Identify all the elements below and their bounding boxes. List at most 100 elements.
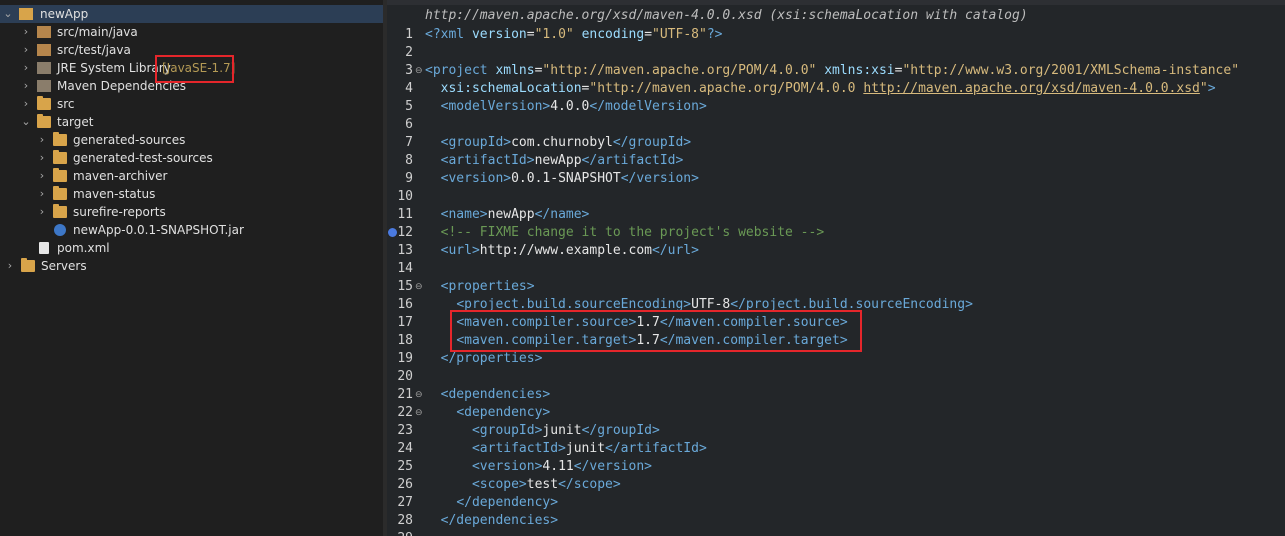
tree-item-maven-status[interactable]: › maven-status xyxy=(0,185,383,203)
tree-item-servers[interactable]: › Servers xyxy=(0,257,383,275)
chevron-right-icon[interactable]: › xyxy=(37,167,47,185)
line-number: 20 xyxy=(397,369,413,384)
code-line[interactable]: <url>http://www.example.com</url> xyxy=(425,242,699,260)
fold-toggle-icon[interactable]: ⊖ xyxy=(415,391,423,400)
fold-toggle-icon[interactable]: ⊖ xyxy=(415,409,423,418)
tree-item-label: generated-test-sources xyxy=(73,151,213,165)
tree-item-generated-sources[interactable]: › generated-sources xyxy=(0,131,383,149)
tree-item-newapp-jar[interactable]: newApp-0.0.1-SNAPSHOT.jar xyxy=(0,221,383,239)
chevron-right-icon[interactable]: › xyxy=(21,59,31,77)
code-line[interactable]: <dependencies> xyxy=(425,386,551,404)
highlight-box-jre-version xyxy=(155,55,234,83)
tree-item-maven-archiver[interactable]: › maven-archiver xyxy=(0,167,383,185)
line-number: 15 xyxy=(397,279,413,294)
folder-icon xyxy=(53,132,67,146)
chevron-right-icon[interactable]: › xyxy=(21,77,31,95)
line-number: 17 xyxy=(397,315,413,330)
code-line[interactable]: </properties> xyxy=(425,350,543,368)
code-line[interactable]: <groupId>com.churnobyl</groupId> xyxy=(425,134,691,152)
code-token: <artifactId> xyxy=(440,153,535,168)
code-line[interactable]: <version>4.11</version> xyxy=(425,458,652,476)
code-line[interactable]: xsi:schemaLocation="http://maven.apache.… xyxy=(425,80,1216,98)
source-folder-icon xyxy=(37,26,51,38)
chevron-right-icon[interactable]: › xyxy=(37,131,47,149)
code-line[interactable]: <project xmlns="http://maven.apache.org/… xyxy=(425,62,1239,80)
code-line[interactable]: <version>0.0.1-SNAPSHOT</version> xyxy=(425,170,699,188)
code-line[interactable]: <artifactId>newApp</artifactId> xyxy=(425,152,684,170)
folder-icon xyxy=(37,96,51,110)
fold-toggle-icon[interactable]: ⊖ xyxy=(415,67,423,76)
pom-xml-editor[interactable]: http://maven.apache.org/xsd/maven-4.0.0.… xyxy=(387,0,1285,536)
task-marker-icon[interactable] xyxy=(388,228,397,237)
code-line[interactable]: <?xml version="1.0" encoding="UTF-8"?> xyxy=(425,26,722,44)
chevron-right-icon[interactable]: › xyxy=(21,23,31,41)
code-token: encoding xyxy=(581,27,645,42)
code-token: newApp xyxy=(534,153,582,168)
code-token: <?xml xyxy=(425,27,472,42)
code-token: 4.11 xyxy=(542,459,574,474)
code-token: <dependency> xyxy=(456,405,551,420)
line-number: 3 xyxy=(405,63,413,78)
chevron-right-icon[interactable]: › xyxy=(5,257,15,275)
code-line[interactable]: </dependencies> xyxy=(425,512,558,530)
chevron-down-icon[interactable]: ⌄ xyxy=(3,5,13,23)
code-line[interactable]: <!-- FIXME change it to the project's we… xyxy=(425,224,825,242)
code-token: "UTF-8" xyxy=(652,27,707,42)
code-token: <groupId> xyxy=(471,423,543,438)
tree-item-pom-xml[interactable]: pom.xml xyxy=(0,239,383,257)
code-line[interactable]: </dependency> xyxy=(425,494,558,512)
line-number: 16 xyxy=(397,297,413,312)
tree-item-label: pom.xml xyxy=(57,241,110,255)
tree-item-label: newApp xyxy=(40,7,89,21)
tree-item-label: JRE System Library xyxy=(57,61,171,75)
line-number: 7 xyxy=(405,135,413,150)
tree-item-src-main-java[interactable]: › src/main/java xyxy=(0,23,383,41)
code-token: <url> xyxy=(440,243,480,258)
code-line[interactable]: <groupId>junit</groupId> xyxy=(425,422,660,440)
highlight-box-compiler-version xyxy=(450,310,862,352)
line-number: 14 xyxy=(397,261,413,276)
code-token: </groupId> xyxy=(581,423,660,438)
code-line[interactable]: <artifactId>junit</artifactId> xyxy=(425,440,707,458)
tree-item-generated-test-sources[interactable]: › generated-test-sources xyxy=(0,149,383,167)
line-number: 28 xyxy=(397,513,413,528)
code-line[interactable]: <properties> xyxy=(425,278,535,296)
code-token: </url> xyxy=(651,243,699,258)
tree-item-project-newapp[interactable]: ⌄ newApp xyxy=(0,5,383,23)
code-line[interactable]: <name>newApp</name> xyxy=(425,206,590,224)
code-line[interactable]: <modelVersion>4.0.0</modelVersion> xyxy=(425,98,707,116)
code-token: junit xyxy=(565,441,606,456)
tree-item-label: Servers xyxy=(41,259,87,273)
code-token: <!-- FIXME change it to the project's we… xyxy=(440,225,825,240)
tree-item-src[interactable]: › src xyxy=(0,95,383,113)
chevron-right-icon[interactable]: › xyxy=(21,41,31,59)
line-number: 27 xyxy=(397,495,413,510)
code-line[interactable]: <dependency> xyxy=(425,404,550,422)
code-token: http://www.example.com xyxy=(479,243,652,258)
chevron-right-icon[interactable]: › xyxy=(37,185,47,203)
chevron-right-icon[interactable]: › xyxy=(37,203,47,221)
tree-item-surefire-reports[interactable]: › surefire-reports xyxy=(0,203,383,221)
chevron-right-icon[interactable]: › xyxy=(37,149,47,167)
code-token: </version> xyxy=(620,171,699,186)
code-token: " xyxy=(1199,81,1208,96)
code-token: "http://www.w3.org/2001/XMLSchema-instan… xyxy=(902,63,1240,78)
line-number: 1 xyxy=(405,27,413,42)
code-token: = xyxy=(526,27,535,42)
code-token: <name> xyxy=(440,207,488,222)
chevron-right-icon[interactable]: › xyxy=(21,95,31,113)
chevron-down-icon[interactable]: ⌄ xyxy=(21,113,31,131)
tree-item-target[interactable]: ⌄ target xyxy=(0,113,383,131)
fold-toggle-icon[interactable]: ⊖ xyxy=(415,283,423,292)
code-token: </artifactId> xyxy=(605,441,707,456)
code-line[interactable]: <scope>test</scope> xyxy=(425,476,621,494)
tree-item-label: maven-status xyxy=(73,187,156,201)
